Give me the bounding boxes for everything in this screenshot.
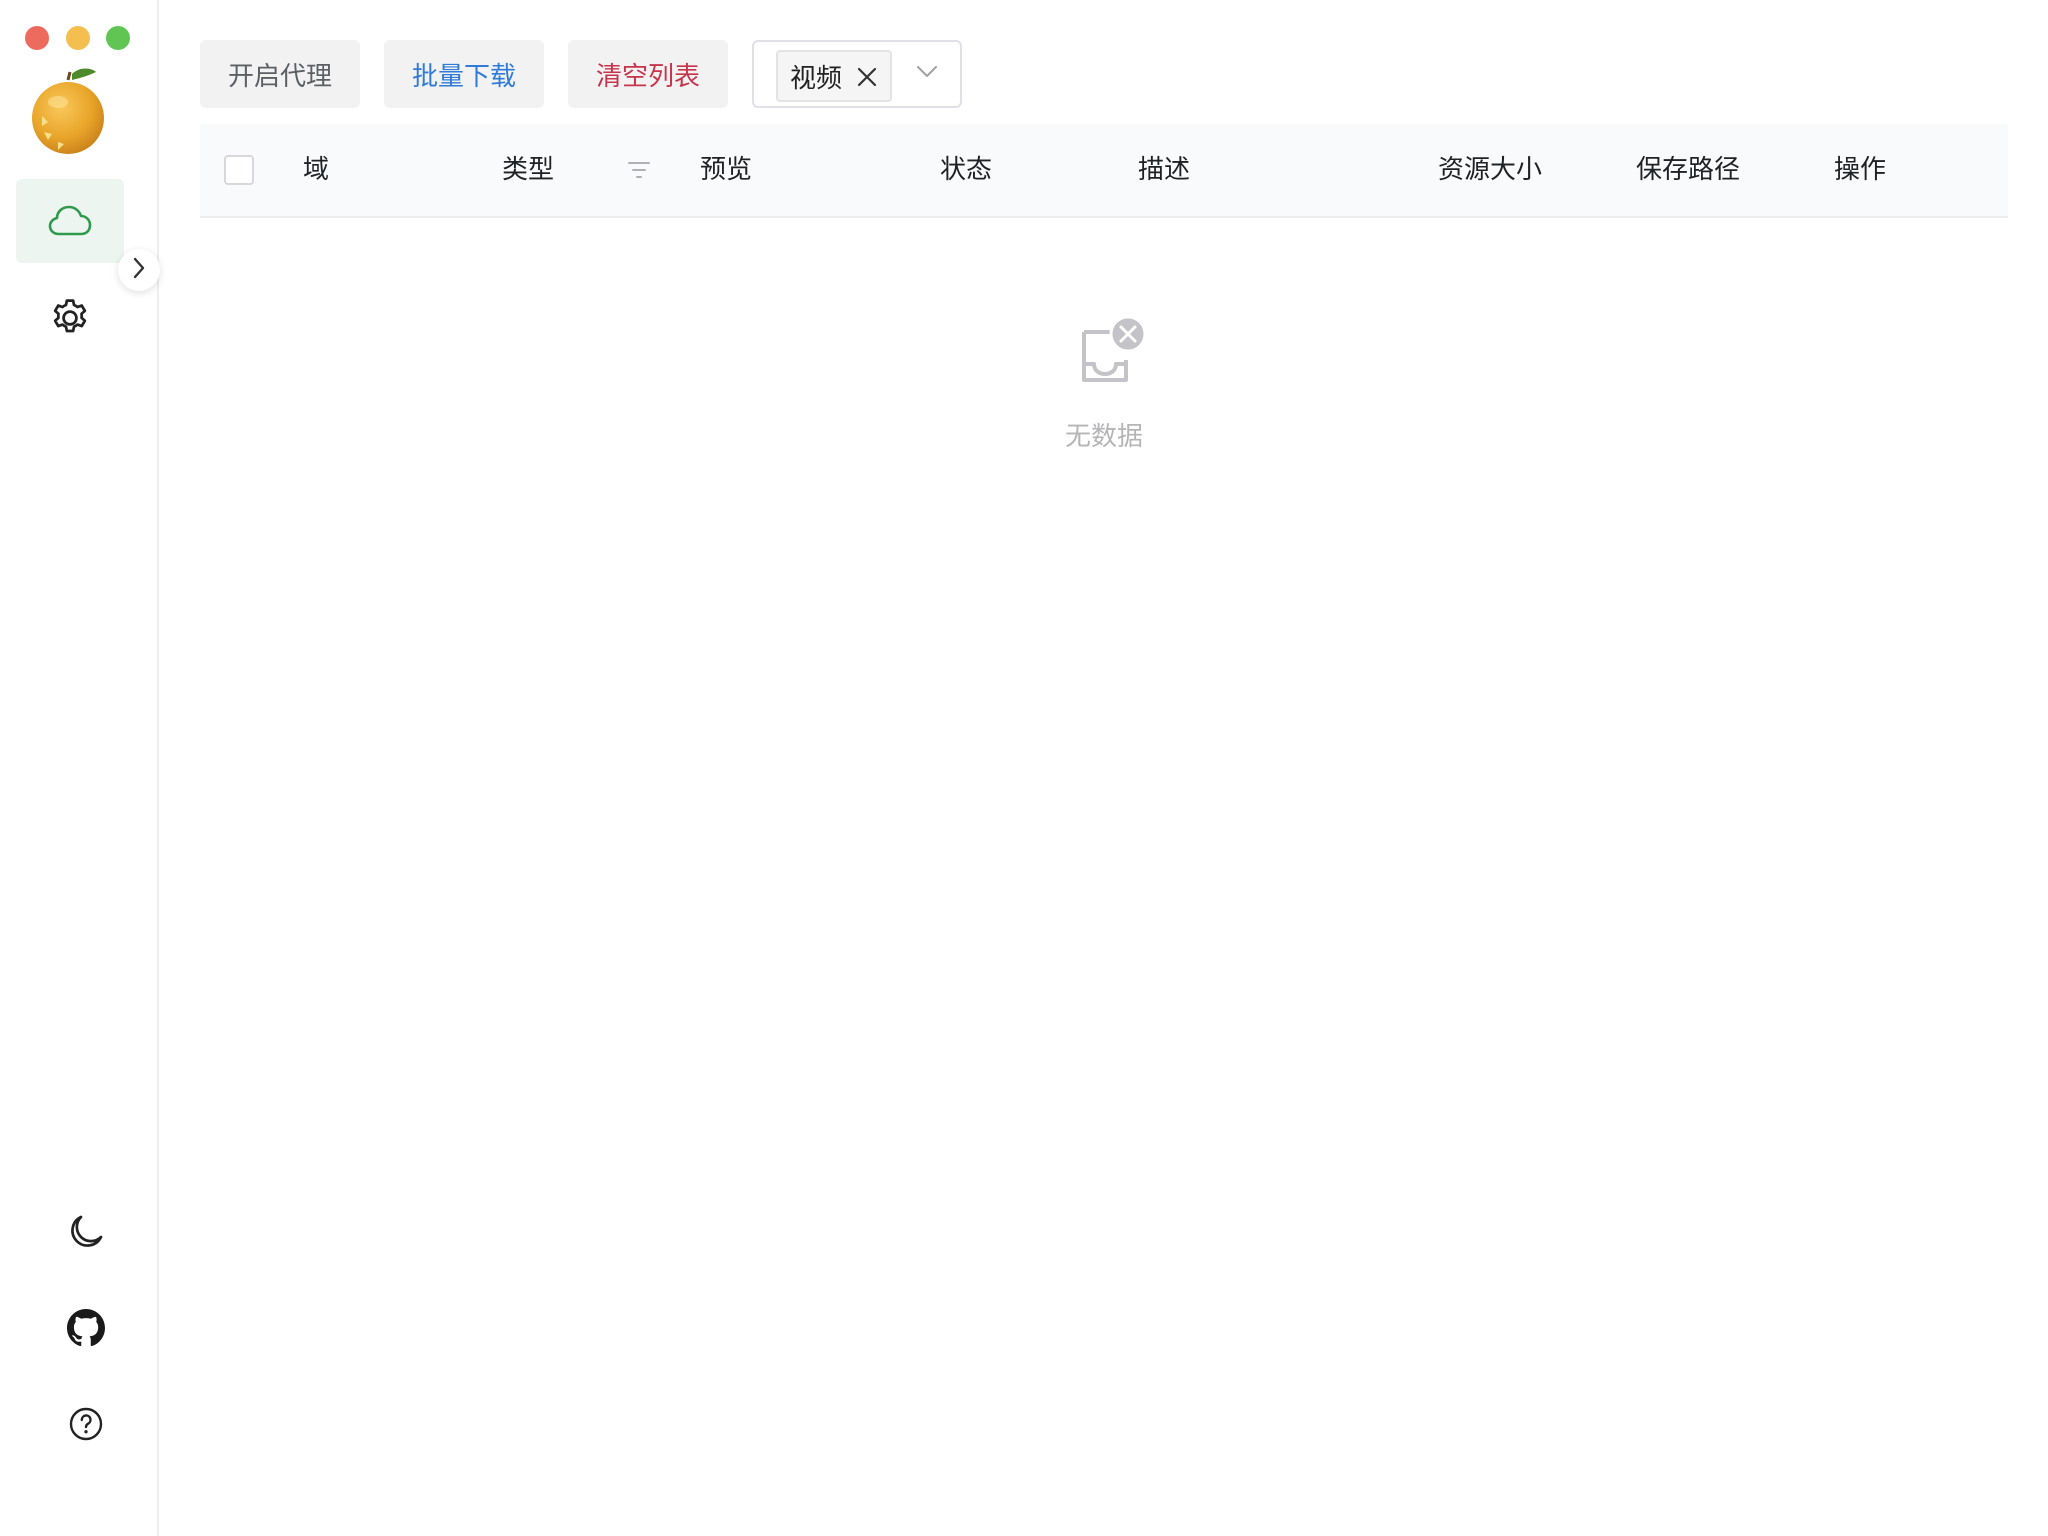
- chevron-down-icon: [916, 64, 938, 83]
- clear-list-button[interactable]: 清空列表: [568, 40, 729, 108]
- nav-item-resources[interactable]: [16, 179, 124, 263]
- column-header-save-path: 保存路径: [1636, 155, 1741, 185]
- select-all-checkbox[interactable]: [224, 155, 254, 185]
- github-icon: [67, 1309, 105, 1351]
- sidebar-collapse-button[interactable]: [118, 249, 160, 291]
- column-header-actions: 操作: [1834, 155, 1887, 185]
- empty-state: 无数据: [1000, 315, 1208, 453]
- selected-type-tag-label: 视频: [790, 63, 843, 94]
- toolbar: 开启代理 批量下载 清空列表 视频: [200, 40, 963, 108]
- column-header-size: 资源大小: [1438, 155, 1543, 185]
- empty-state-text: 无数据: [1064, 422, 1143, 452]
- orange-logo-icon: [28, 62, 112, 158]
- window-close-button[interactable]: [25, 26, 49, 50]
- selected-type-tag: 视频: [776, 50, 893, 102]
- window-minimize-button[interactable]: [66, 26, 90, 50]
- cloud-icon: [47, 204, 93, 238]
- open-proxy-button[interactable]: 开启代理: [200, 40, 361, 108]
- app-window: 开启代理 批量下载 清空列表 视频 域 类型 预览 状态 描述 资源大小 保存路…: [0, 0, 2048, 1536]
- chevron-right-icon: [131, 256, 147, 284]
- help-button[interactable]: [58, 1398, 114, 1454]
- window-maximize-button[interactable]: [106, 26, 130, 50]
- question-circle-icon: [68, 1406, 104, 1446]
- sidebar: [0, 0, 160, 1536]
- empty-inbox-icon: [1064, 315, 1147, 396]
- gear-icon: [48, 296, 92, 340]
- type-filter-select[interactable]: 视频: [752, 40, 963, 108]
- filter-icon[interactable]: [627, 160, 651, 184]
- github-link[interactable]: [58, 1302, 114, 1358]
- column-header-type: 类型: [502, 155, 555, 185]
- nav-item-settings[interactable]: [16, 276, 124, 360]
- column-header-description: 描述: [1138, 155, 1191, 185]
- column-header-preview: 预览: [700, 155, 753, 185]
- moon-icon: [66, 1212, 106, 1256]
- theme-toggle-button[interactable]: [58, 1206, 114, 1262]
- column-header-status: 状态: [940, 155, 993, 185]
- column-header-domain: 域: [303, 155, 330, 185]
- batch-download-button[interactable]: 批量下载: [384, 40, 545, 108]
- tag-close-icon[interactable]: [856, 65, 878, 95]
- table-header: 域 类型 预览 状态 描述 资源大小 保存路径 操作: [200, 124, 2008, 218]
